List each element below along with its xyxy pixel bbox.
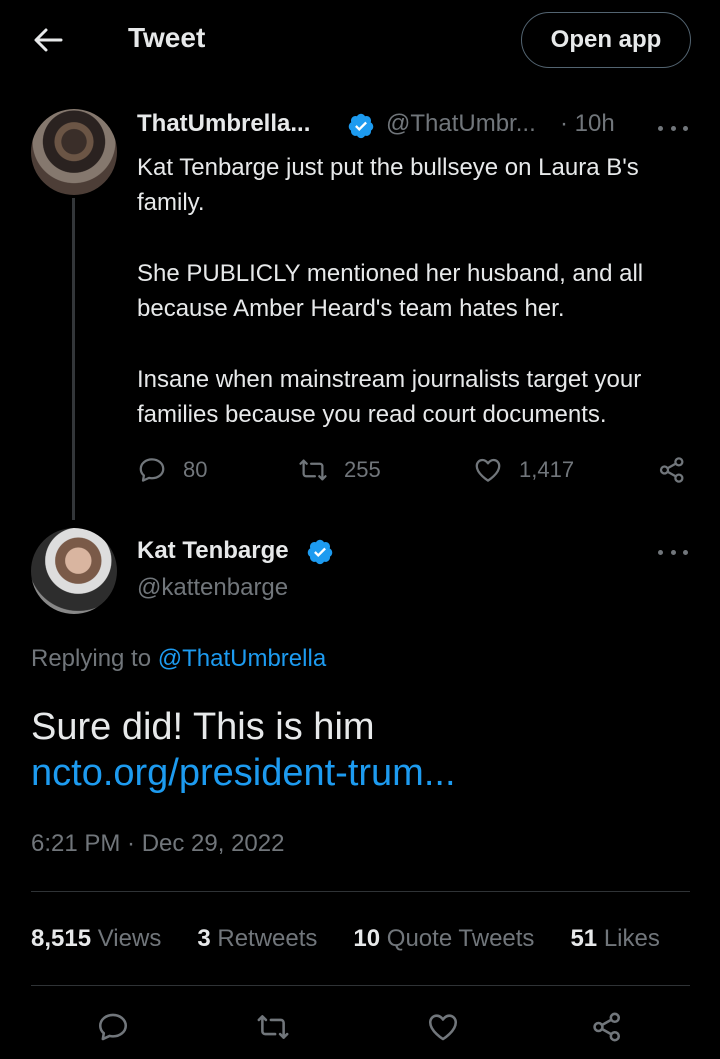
reply-action[interactable]: 80: [137, 455, 207, 485]
retweets-stat[interactable]: 3 Retweets: [197, 925, 317, 953]
quote-tweets-count: 10: [353, 925, 381, 952]
more-options-icon[interactable]: [658, 118, 688, 138]
replying-to-mention-link[interactable]: @ThatUmbrella: [158, 645, 326, 672]
thread-connector-line: [72, 198, 75, 520]
share-icon[interactable]: [590, 1010, 624, 1044]
like-action[interactable]: 1,417: [473, 455, 574, 485]
heart-icon: [475, 458, 501, 482]
heart-icon[interactable]: [426, 1010, 460, 1044]
verified-badge-icon: [348, 113, 374, 139]
retweets-label: Retweets: [217, 925, 318, 952]
tweet-paragraph: She PUBLICLY mentioned her husband, and …: [137, 260, 644, 322]
retweet-icon[interactable]: [256, 1010, 290, 1044]
author-name[interactable]: Kat Tenbarge: [137, 537, 289, 565]
likes-count: 51: [570, 925, 598, 952]
quote-tweets-label: Quote Tweets: [386, 925, 535, 952]
share-action[interactable]: [657, 455, 687, 485]
open-app-button[interactable]: Open app: [521, 12, 691, 68]
divider: [31, 985, 690, 986]
more-options-icon[interactable]: [658, 542, 688, 562]
author-handle[interactable]: @kattenbarge: [137, 574, 288, 602]
retweet-action[interactable]: 255: [298, 455, 381, 485]
author-handle[interactable]: @ThatUmbr...: [386, 110, 536, 138]
replying-prefix: Replying to: [31, 645, 152, 672]
share-icon: [659, 457, 684, 483]
retweet-count: 255: [344, 457, 381, 482]
author-name[interactable]: ThatUmbrella...: [137, 110, 310, 138]
avatar[interactable]: [31, 109, 117, 195]
top-bar: Tweet Open app: [0, 0, 720, 80]
views-count: 8,515: [31, 925, 92, 952]
like-count: 1,417: [519, 457, 575, 482]
retweets-count: 3: [197, 925, 211, 952]
replying-to: Replying to @ThatUmbrella: [31, 645, 326, 673]
avatar[interactable]: [31, 528, 117, 614]
divider: [31, 891, 690, 892]
views-label: Views: [97, 925, 162, 952]
likes-stat[interactable]: 51 Likes: [570, 925, 659, 953]
tweet-timestamp[interactable]: 6:21 PM · Dec 29, 2022: [31, 830, 284, 858]
tweet-paragraph: Kat Tenbarge just put the bullseye on La…: [137, 154, 639, 216]
tweet-time: · 10h: [560, 110, 615, 137]
reply-icon[interactable]: [96, 1010, 130, 1044]
likes-label: Likes: [603, 925, 660, 952]
reply-count: 80: [183, 457, 208, 482]
reply-icon: [139, 458, 165, 482]
verified-badge-icon: [307, 539, 333, 565]
quote-tweets-stat[interactable]: 10 Quote Tweets: [353, 925, 534, 953]
tweet-paragraph: Insane when mainstream journalists targe…: [137, 366, 642, 428]
tweet-stats: 8,515 Views 3 Retweets 10 Quote Tweets 5…: [31, 925, 691, 953]
tweet-body: Sure did! This is him: [31, 706, 375, 748]
tweet-link[interactable]: ncto.org/president-trum...: [31, 752, 456, 795]
retweet-icon: [299, 459, 327, 481]
back-arrow-icon[interactable]: [28, 22, 68, 58]
page-title: Tweet: [128, 22, 206, 53]
views-stat: 8,515 Views: [31, 925, 161, 953]
tweet-body: Kat Tenbarge just put the bullseye on La…: [137, 150, 697, 432]
